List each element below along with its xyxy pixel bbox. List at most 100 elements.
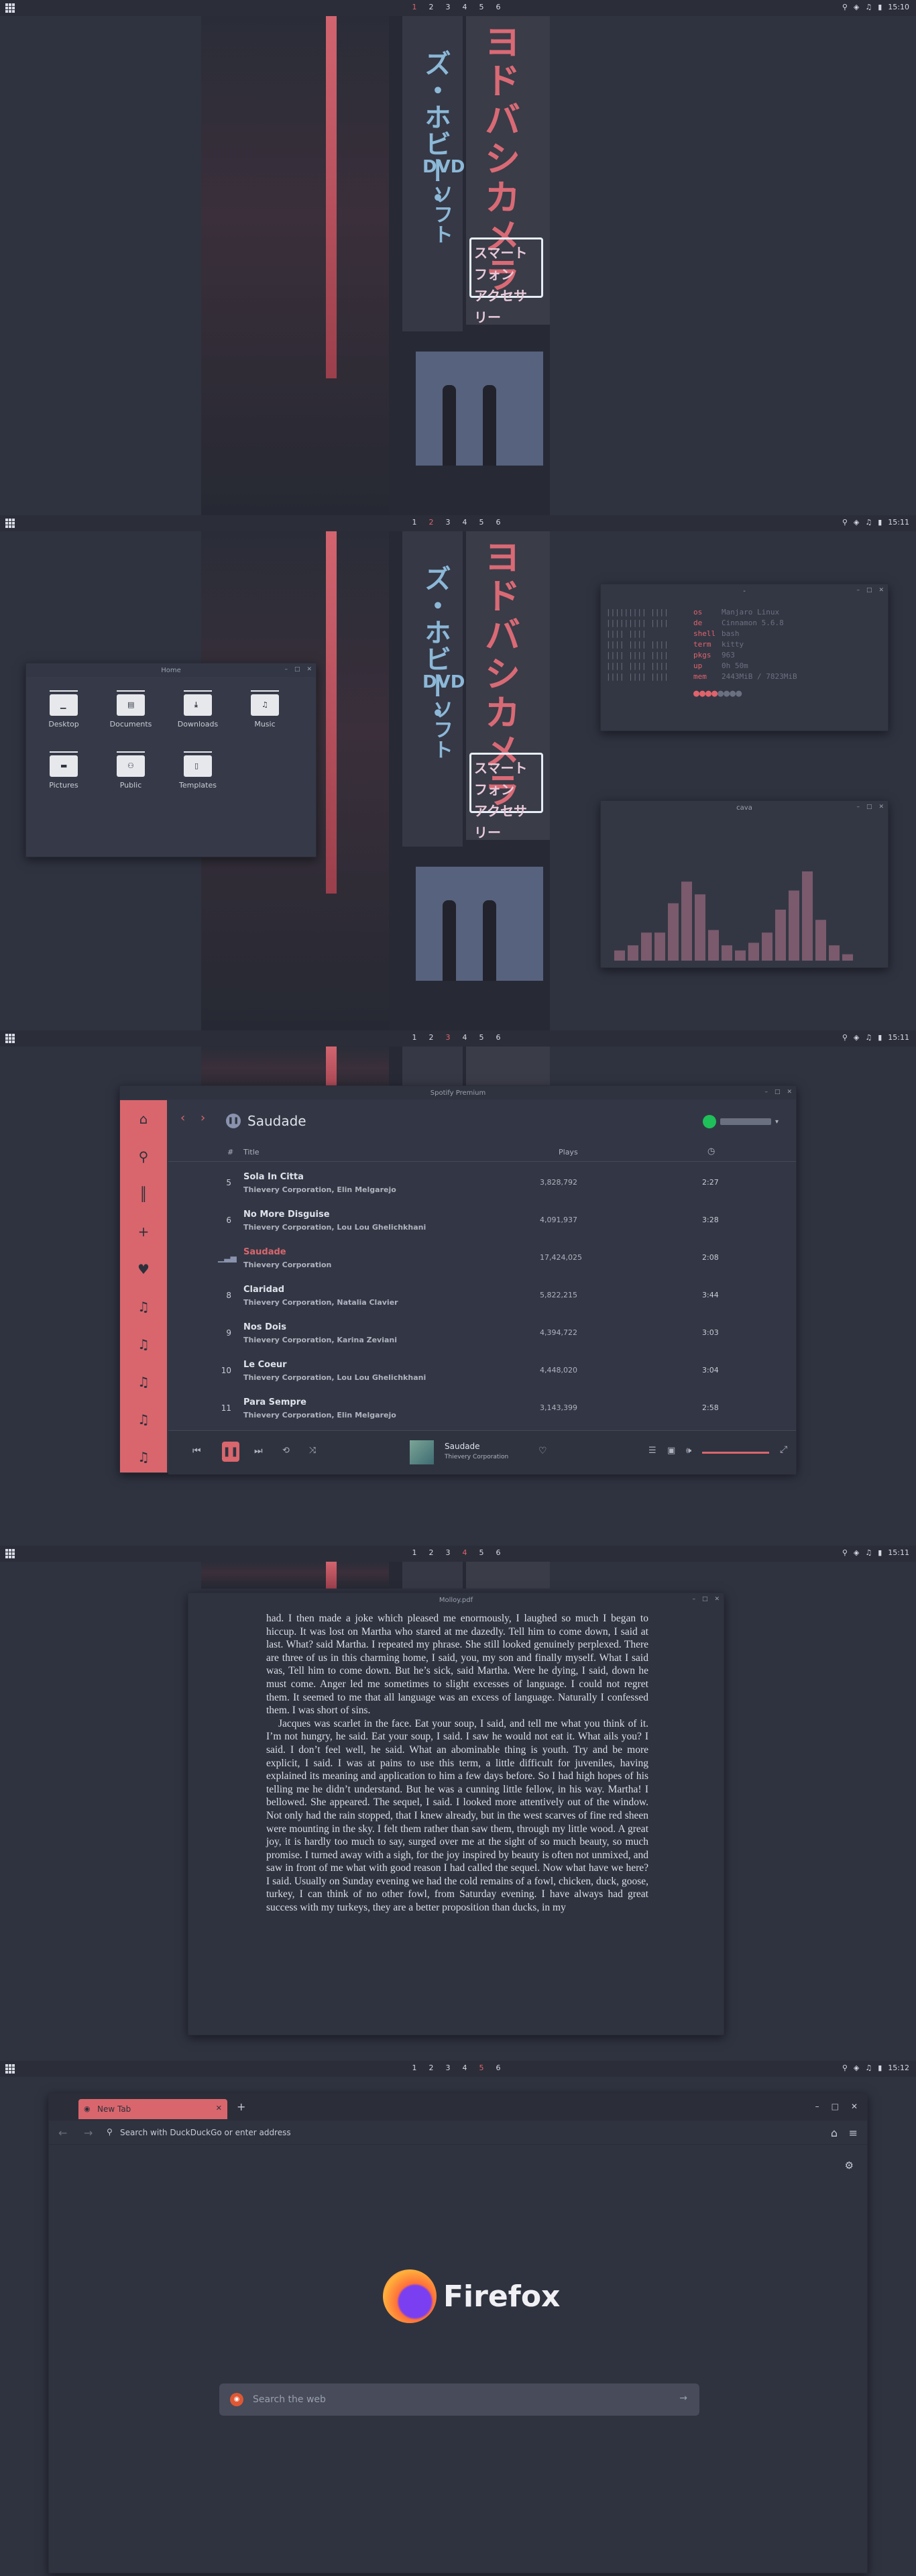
- wifi-icon[interactable]: ◈: [854, 2063, 859, 2072]
- tag-5[interactable]: 5: [476, 518, 487, 527]
- tag-6[interactable]: 6: [493, 518, 504, 527]
- wifi-icon[interactable]: ◈: [854, 1033, 859, 1042]
- tag-6[interactable]: 6: [493, 2063, 504, 2072]
- location-icon[interactable]: ⚲: [842, 1548, 848, 1557]
- track-artist[interactable]: Thievery Corporation, Lou Lou Ghelichkha…: [243, 1223, 426, 1232]
- track-artist[interactable]: Thievery Corporation, Elin Melgarejo: [243, 1411, 396, 1419]
- track-artist[interactable]: Thievery Corporation, Lou Lou Ghelichkha…: [243, 1373, 426, 1382]
- liked-songs-icon[interactable]: ♥: [120, 1250, 167, 1288]
- folder-music[interactable]: ♫ Music: [231, 690, 298, 729]
- location-icon[interactable]: ⚲: [842, 2063, 848, 2072]
- pause-button[interactable]: ❚❚: [222, 1442, 239, 1462]
- tag-5[interactable]: 5: [476, 2063, 487, 2072]
- apps-grid-icon[interactable]: [5, 1034, 15, 1043]
- queue-icon[interactable]: ☰: [648, 1446, 656, 1456]
- tag-2[interactable]: 2: [426, 518, 437, 527]
- track-row[interactable]: 11 Para Sempre Thievery Corporation, Elin …: [168, 1390, 796, 1428]
- maximize-icon[interactable]: □: [866, 587, 872, 594]
- minimize-icon[interactable]: –: [856, 804, 860, 810]
- track-row-playing[interactable]: ▁▃▅ Saudade Thievery Corporation 17,424,025…: [168, 1240, 796, 1277]
- maximize-icon[interactable]: □: [294, 666, 300, 673]
- close-icon[interactable]: ✕: [851, 2102, 858, 2111]
- album-art[interactable]: [410, 1440, 434, 1464]
- location-icon[interactable]: ⚲: [842, 518, 848, 527]
- close-icon[interactable]: ✕: [878, 804, 884, 810]
- music-icon[interactable]: ♫: [865, 3, 872, 11]
- tag-4[interactable]: 4: [459, 518, 470, 527]
- playlist-icon[interactable]: ♫: [120, 1363, 167, 1401]
- minimize-icon[interactable]: –: [692, 1596, 695, 1603]
- apps-grid-icon[interactable]: [5, 1549, 15, 1558]
- create-playlist-icon[interactable]: +: [120, 1213, 167, 1250]
- battery-icon[interactable]: ▮: [878, 3, 882, 11]
- tag-5[interactable]: 5: [476, 3, 487, 11]
- battery-icon[interactable]: ▮: [878, 2063, 882, 2072]
- arrow-right-icon[interactable]: →: [679, 2393, 687, 2404]
- music-icon[interactable]: ♫: [865, 1548, 872, 1557]
- minimize-icon[interactable]: –: [856, 587, 860, 594]
- tag-5[interactable]: 5: [476, 1033, 487, 1042]
- wifi-icon[interactable]: ◈: [854, 3, 859, 11]
- close-icon[interactable]: ✕: [216, 2104, 222, 2112]
- maximize-icon[interactable]: □: [866, 804, 872, 810]
- apps-grid-icon[interactable]: [5, 3, 15, 13]
- folder-pictures[interactable]: ▬ Pictures: [30, 751, 97, 790]
- tag-5[interactable]: 5: [476, 1548, 487, 1557]
- tag-1[interactable]: 1: [409, 2063, 420, 2072]
- tag-3[interactable]: 3: [443, 1033, 453, 1042]
- pocket-icon[interactable]: ⌂: [831, 2127, 838, 2139]
- tag-1[interactable]: 1: [409, 1033, 420, 1042]
- battery-icon[interactable]: ▮: [878, 1548, 882, 1557]
- menu-icon[interactable]: ≡: [849, 2127, 858, 2139]
- playlist-icon[interactable]: ♫: [120, 1438, 167, 1476]
- tag-4[interactable]: 4: [459, 2063, 470, 2072]
- title-bar[interactable]: Molloy.pdf – □ ✕: [188, 1593, 724, 1607]
- back-icon[interactable]: ‹: [180, 1111, 185, 1125]
- tag-2[interactable]: 2: [426, 2063, 437, 2072]
- close-icon[interactable]: ✕: [787, 1089, 792, 1095]
- volume-slider[interactable]: [702, 1452, 769, 1454]
- tag-3[interactable]: 3: [443, 3, 453, 11]
- heart-icon[interactable]: ♡: [538, 1446, 547, 1456]
- tag-2[interactable]: 2: [426, 1548, 437, 1557]
- tag-2[interactable]: 2: [426, 3, 437, 11]
- search-icon[interactable]: ⚲: [120, 1138, 167, 1175]
- minimize-icon[interactable]: –: [815, 2102, 819, 2111]
- next-icon[interactable]: ⏭: [254, 1446, 263, 1456]
- track-artist[interactable]: Thievery Corporation, Natalia Clavier: [243, 1298, 398, 1307]
- clock[interactable]: 15:10: [888, 3, 909, 11]
- wifi-icon[interactable]: ◈: [854, 1548, 859, 1557]
- forward-icon[interactable]: ›: [201, 1111, 205, 1125]
- title-bar[interactable]: Spotify Premium – □ ✕: [120, 1086, 796, 1099]
- volume-icon[interactable]: 🕪: [686, 1446, 691, 1456]
- tag-1[interactable]: 1: [409, 3, 420, 11]
- music-icon[interactable]: ♫: [865, 518, 872, 527]
- web-search-box[interactable]: ◉ Search the web →: [219, 2383, 699, 2416]
- minimize-icon[interactable]: –: [764, 1089, 768, 1095]
- apps-grid-icon[interactable]: [5, 2064, 15, 2074]
- tag-2[interactable]: 2: [426, 1033, 437, 1042]
- clock[interactable]: 15:11: [888, 1548, 909, 1557]
- previous-icon[interactable]: ⏮: [192, 1446, 201, 1456]
- user-menu[interactable]: ▾: [702, 1115, 779, 1128]
- location-icon[interactable]: ⚲: [842, 3, 848, 11]
- track-row[interactable]: 8 Claridad Thievery Corporation, Natalia C…: [168, 1277, 796, 1315]
- track-row[interactable]: 5 Sola In Citta Thievery Corporation, Elin…: [168, 1165, 796, 1202]
- track-row[interactable]: 6 No More Disguise Thievery Corporation, L…: [168, 1202, 796, 1240]
- now-playing-title[interactable]: Saudade: [445, 1442, 480, 1451]
- home-icon[interactable]: ⌂: [120, 1100, 167, 1138]
- back-icon[interactable]: ←: [58, 2127, 67, 2139]
- forward-icon[interactable]: →: [84, 2127, 93, 2139]
- title-bar[interactable]: Home – □ ✕: [26, 663, 316, 677]
- tag-1[interactable]: 1: [409, 1548, 420, 1557]
- title-bar[interactable]: - – □ ✕: [601, 584, 888, 598]
- wifi-icon[interactable]: ◈: [854, 518, 859, 527]
- tab-new-tab[interactable]: ◉ New Tab ✕: [78, 2099, 227, 2119]
- close-icon[interactable]: ✕: [714, 1596, 720, 1603]
- repeat-icon[interactable]: ⟲: [282, 1446, 290, 1456]
- maximize-icon[interactable]: □: [832, 2102, 839, 2111]
- clock[interactable]: 15:11: [888, 518, 909, 527]
- close-icon[interactable]: ✕: [878, 587, 884, 594]
- folder-templates[interactable]: ▯ Templates: [164, 751, 231, 790]
- track-artist[interactable]: Thievery Corporation, Elin Melgarejo: [243, 1185, 396, 1194]
